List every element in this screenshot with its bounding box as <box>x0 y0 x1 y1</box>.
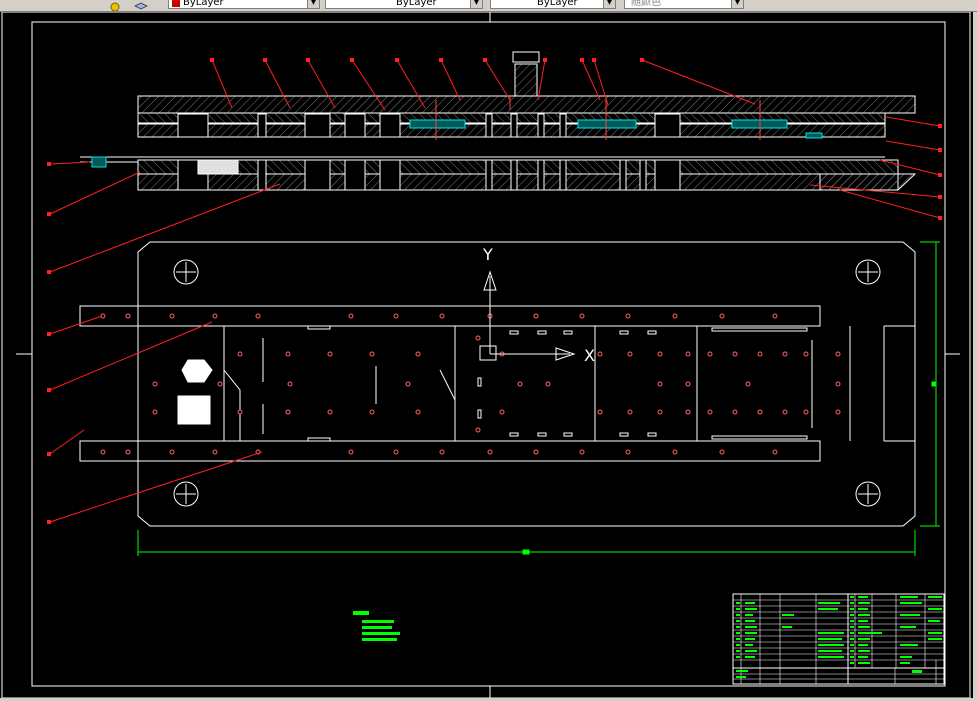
lineweight-combo[interactable]: ByLayer ▼ <box>490 0 616 9</box>
color-combo-value: ByLayer <box>183 0 224 8</box>
technical-notes <box>353 611 400 641</box>
slot-punches <box>262 325 813 442</box>
chevron-down-icon[interactable]: ▼ <box>731 0 743 8</box>
top-plate <box>137 95 916 114</box>
part-balloons-plan <box>47 332 51 524</box>
properties-toolbar: ByLayer ▼ ByLayer ▼ ByLayer ▼ 随颜色 ▼ <box>0 0 977 12</box>
color-combo[interactable]: ByLayer ▼ <box>168 0 320 9</box>
plotstyle-combo[interactable]: 随颜色 ▼ <box>624 0 744 9</box>
plotstyle-combo-value: 随颜色 <box>631 0 661 8</box>
shank <box>514 63 538 97</box>
ucs-x-label: X <box>584 346 595 365</box>
dimensions <box>137 241 940 556</box>
layer-stack-icon[interactable] <box>133 0 149 10</box>
chevron-down-icon[interactable]: ▼ <box>307 0 319 8</box>
chevron-down-icon[interactable]: ▼ <box>603 0 615 8</box>
guide-block <box>197 159 239 175</box>
strip-bottom-rail <box>79 440 821 462</box>
shank-head <box>512 51 540 63</box>
strip-top-rail <box>79 305 821 327</box>
die-set-outline <box>137 241 916 527</box>
ucs-icon <box>479 270 576 361</box>
die-plate <box>137 159 899 175</box>
lineweight-combo-value: ByLayer <box>537 0 578 8</box>
square-punch <box>177 395 211 425</box>
drawing-canvas[interactable]: Y X <box>0 12 973 698</box>
plan-view <box>79 241 916 527</box>
station-dividers <box>223 326 698 441</box>
linetype-combo-value: ByLayer <box>396 0 437 8</box>
section-view <box>80 51 917 191</box>
vertical-scrollbar[interactable] <box>973 12 977 701</box>
part-leaders-plan <box>49 315 263 523</box>
guide-post-holes <box>173 259 881 507</box>
layer-state-icon[interactable] <box>110 0 122 11</box>
chevron-down-icon[interactable]: ▼ <box>470 0 482 8</box>
color-swatch-icon <box>172 0 180 7</box>
title-block-text <box>736 596 942 678</box>
bottom-plate <box>137 173 899 191</box>
ucs-y-label: Y <box>482 245 493 264</box>
pilot-holes <box>100 313 841 455</box>
hex-punch <box>181 359 213 383</box>
linetype-combo[interactable]: ByLayer ▼ <box>325 0 483 9</box>
